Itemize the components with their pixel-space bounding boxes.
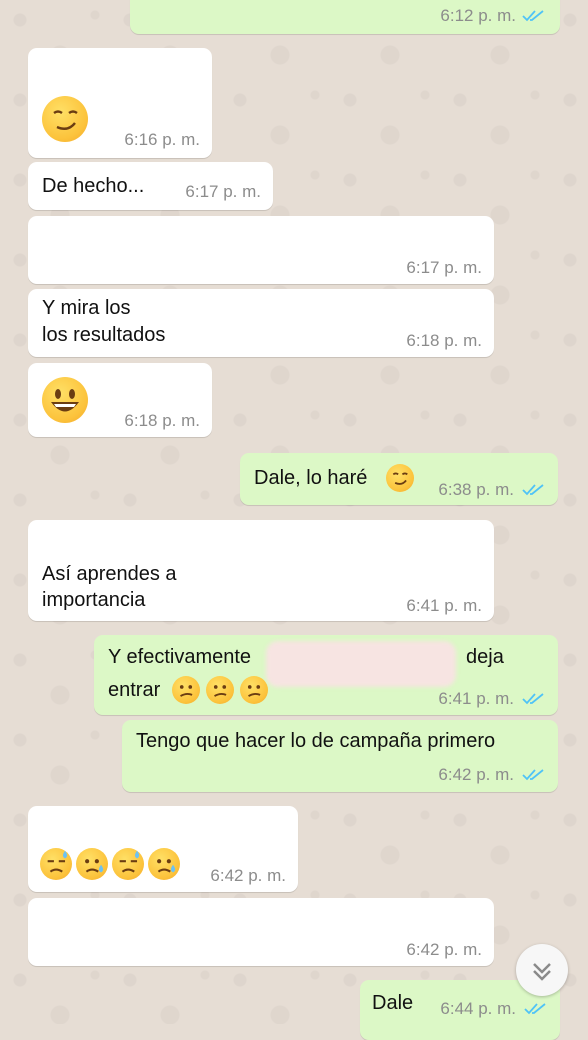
- sad-sweat-emoji: [148, 848, 180, 880]
- message-text-line-1b: deja: [466, 646, 504, 668]
- double-check-icon: [522, 10, 544, 22]
- message-time: 6:17 p. m.: [185, 182, 261, 201]
- message-text: De hecho...: [42, 175, 145, 197]
- message-time: 6:18 p. m.: [124, 411, 200, 430]
- message-bubble-incoming[interactable]: De hecho... 6:17 p. m.: [28, 162, 273, 210]
- message-bubble-outgoing[interactable]: Tengo que hacer lo de campaña primero 6:…: [122, 720, 558, 792]
- smirk-emoji: [386, 464, 414, 492]
- message-time: 6:17 p. m.: [406, 258, 482, 277]
- message-text-line-1: Así aprendes a: [42, 563, 177, 585]
- message-time: 6:16 p. m.: [124, 130, 200, 149]
- message-bubble-incoming[interactable]: 6:42 p. m.: [28, 898, 494, 966]
- message-text-line-1: Y mira los: [42, 297, 131, 319]
- message-bubble-incoming[interactable]: Y mira los los resultados 6:18 p. m.: [28, 289, 494, 357]
- message-bubble-incoming[interactable]: Así aprendes a importancia 6:41 p. m.: [28, 520, 494, 621]
- message-bubble-outgoing[interactable]: 6:12 p. m.: [130, 0, 560, 34]
- message-text-line-2: los resultados: [42, 324, 166, 346]
- message-bubble-incoming[interactable]: 6:18 p. m.: [28, 363, 212, 437]
- message-text-line-1a: Y efectivamente: [108, 646, 252, 668]
- message-time: 6:18 p. m.: [406, 331, 482, 350]
- double-chevron-down-icon: [533, 963, 551, 981]
- message-bubble-outgoing[interactable]: Dale, lo haré 6:38 p. m.: [240, 453, 558, 505]
- message-time: 6:38 p. m.: [438, 480, 514, 499]
- grinning-emoji: [42, 377, 88, 423]
- message-time: 6:44 p. m.: [440, 999, 516, 1018]
- message-time: 6:42 p. m.: [438, 765, 514, 784]
- message-time: 6:41 p. m.: [406, 596, 482, 615]
- sad-sweat-emoji: [76, 848, 108, 880]
- message-text: Dale, lo haré: [254, 467, 368, 489]
- double-check-icon: [522, 693, 544, 705]
- scroll-to-bottom-button[interactable]: [516, 944, 568, 996]
- confused-emoji: [206, 676, 234, 704]
- message-bubble-incoming[interactable]: 6:16 p. m.: [28, 48, 212, 158]
- message-text-line-2: importancia: [42, 589, 146, 611]
- message-text: Dale: [372, 992, 414, 1014]
- message-time: 6:12 p. m.: [440, 6, 516, 25]
- message-time: 6:42 p. m.: [406, 940, 482, 959]
- message-bubble-incoming[interactable]: 6:17 p. m.: [28, 216, 494, 284]
- message-text-line-2: entrar: [108, 679, 161, 701]
- confused-emoji: [172, 676, 200, 704]
- sad-sweat-emoji: [112, 848, 144, 880]
- confused-emoji: [240, 676, 268, 704]
- redacted-text-overlay: [266, 641, 456, 687]
- message-bubble-incoming[interactable]: 6:42 p. m.: [28, 806, 298, 892]
- message-time: 6:41 p. m.: [438, 689, 514, 708]
- double-check-icon: [522, 769, 544, 781]
- message-time: 6:42 p. m.: [210, 866, 286, 885]
- double-check-icon: [524, 1003, 546, 1015]
- sad-sweat-emoji: [40, 848, 72, 880]
- double-check-icon: [522, 484, 544, 496]
- smirk-emoji: [42, 96, 88, 142]
- message-bubble-outgoing[interactable]: Y efectivamente deja entrar 6:41 p. m.: [94, 635, 558, 715]
- message-text: Tengo que hacer lo de campaña primero: [136, 730, 496, 752]
